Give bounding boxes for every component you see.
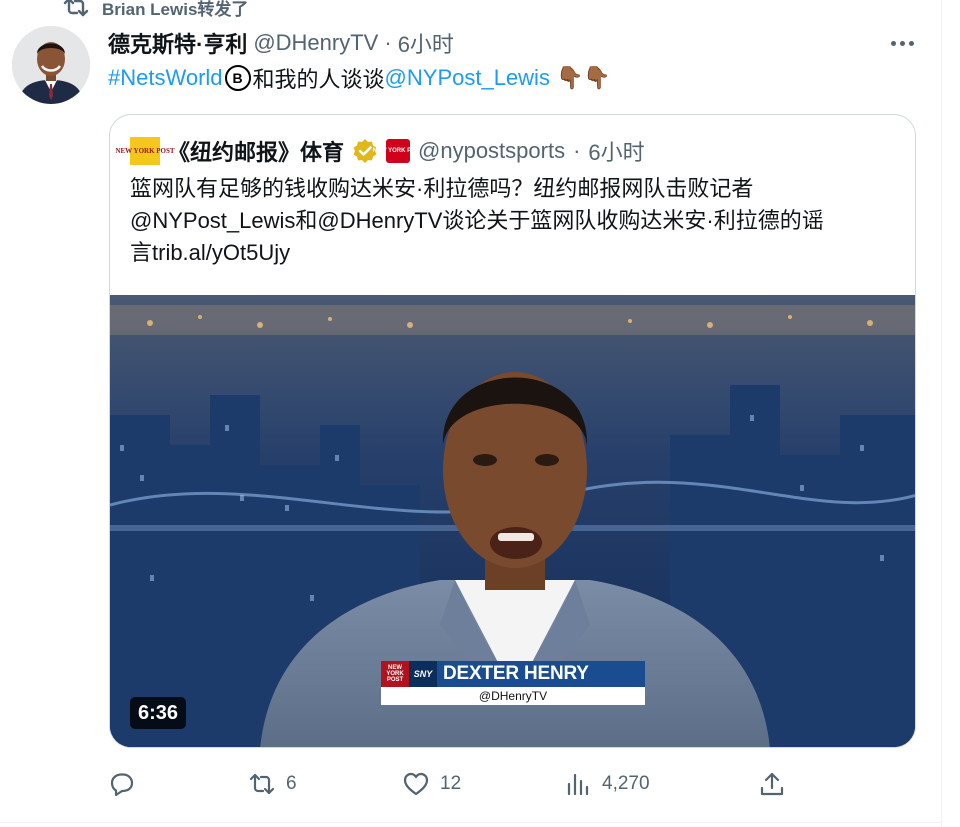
- retweet-count: 6: [286, 773, 297, 794]
- quoted-tweet-header: NEW YORK POST 《纽约邮报》体育 NEW YORK POST @ny…: [115, 135, 645, 167]
- pointing-down-emoji: 👇🏾👇🏾: [555, 65, 611, 90]
- tweet-divider: [0, 822, 941, 823]
- avatar[interactable]: [12, 26, 90, 104]
- retweet-icon: [63, 0, 89, 17]
- lower-third-handle: @DHenryTV: [381, 687, 645, 705]
- share-icon: [760, 772, 784, 796]
- video-duration: 6:36: [130, 697, 187, 729]
- column-divider: [941, 0, 942, 827]
- more-options-button[interactable]: [886, 30, 918, 56]
- sny-logo: SNY: [409, 661, 437, 687]
- quoted-separator: ·: [573, 138, 581, 163]
- share-button[interactable]: [758, 768, 786, 800]
- hashtag-link[interactable]: #NetsWorld: [108, 65, 223, 91]
- lower-third-name: DEXTER HENRY: [443, 663, 589, 684]
- quoted-line-3: 言trib.al/yOt5Ujy: [130, 240, 291, 265]
- tweet-text-middle: 和我的人谈谈: [252, 67, 385, 92]
- like-button[interactable]: 12: [402, 768, 461, 800]
- avatar-photo: [12, 26, 90, 104]
- quoted-tweet-text: 篮网队有足够的钱收购达米安·利拉德吗？纽约邮报网队击败记者 @NYPost_Le…: [130, 173, 900, 269]
- reply-button[interactable]: [108, 768, 146, 800]
- retweet-icon: [249, 773, 275, 795]
- retweet-button[interactable]: 6: [248, 768, 297, 800]
- mention-link[interactable]: @NYPost_Lewis: [385, 65, 550, 91]
- views-count: 4,270: [602, 773, 650, 794]
- nets-logo-icon: B: [224, 65, 251, 91]
- quoted-author-handle[interactable]: @nypostsports: [418, 138, 565, 164]
- reply-icon: [110, 773, 134, 797]
- action-bar: 6 12 4,270: [108, 768, 808, 800]
- quoted-line-1: 篮网队有足够的钱收购达米安·利拉德吗？纽约邮报网队击败记者: [130, 176, 754, 201]
- quoted-tweet[interactable]: NEW YORK POST 《纽约邮报》体育 NEW YORK POST @ny…: [109, 114, 916, 748]
- heart-icon: [403, 772, 429, 796]
- more-options-icon: [890, 40, 896, 46]
- quoted-timestamp[interactable]: 6小时: [588, 135, 644, 167]
- retweet-label: Brian Lewis转发了: [102, 0, 249, 19]
- like-count: 12: [440, 773, 462, 794]
- nypost-avatar: NEW YORK POST: [115, 137, 175, 165]
- quoted-author-name[interactable]: 《纽约邮报》体育: [168, 135, 344, 167]
- tweet-header: 德克斯特·亨利 @DHenryTV · 6小时: [108, 28, 454, 58]
- video-player[interactable]: NEW YORK POST SNY DEXTER HENRY @DHenryTV…: [110, 295, 915, 747]
- lower-third-graphic: NEW YORK POST SNY DEXTER HENRY @DHenryTV: [381, 661, 645, 705]
- tweet-timestamp[interactable]: 6小时: [398, 27, 454, 59]
- retweet-indicator[interactable]: Brian Lewis转发了: [62, 0, 248, 20]
- author-handle[interactable]: @DHenryTV: [253, 30, 378, 56]
- author-name[interactable]: 德克斯特·亨利: [108, 27, 247, 59]
- nypost-badge: NEW YORK POST: [381, 661, 409, 687]
- header-separator: ·: [384, 30, 392, 55]
- nypost-affiliate-badge: NEW YORK POST: [373, 139, 423, 163]
- views-button[interactable]: 4,270: [564, 768, 650, 800]
- tweet-text: #NetsWorld B 和我的人谈谈 @NYPost_Lewis 👇🏾👇🏾: [108, 62, 611, 94]
- analytics-icon: [567, 773, 589, 796]
- quoted-line-2: @NYPost_Lewis和@DHenryTV谈论关于篮网队收购达米安·利拉德的…: [130, 208, 824, 233]
